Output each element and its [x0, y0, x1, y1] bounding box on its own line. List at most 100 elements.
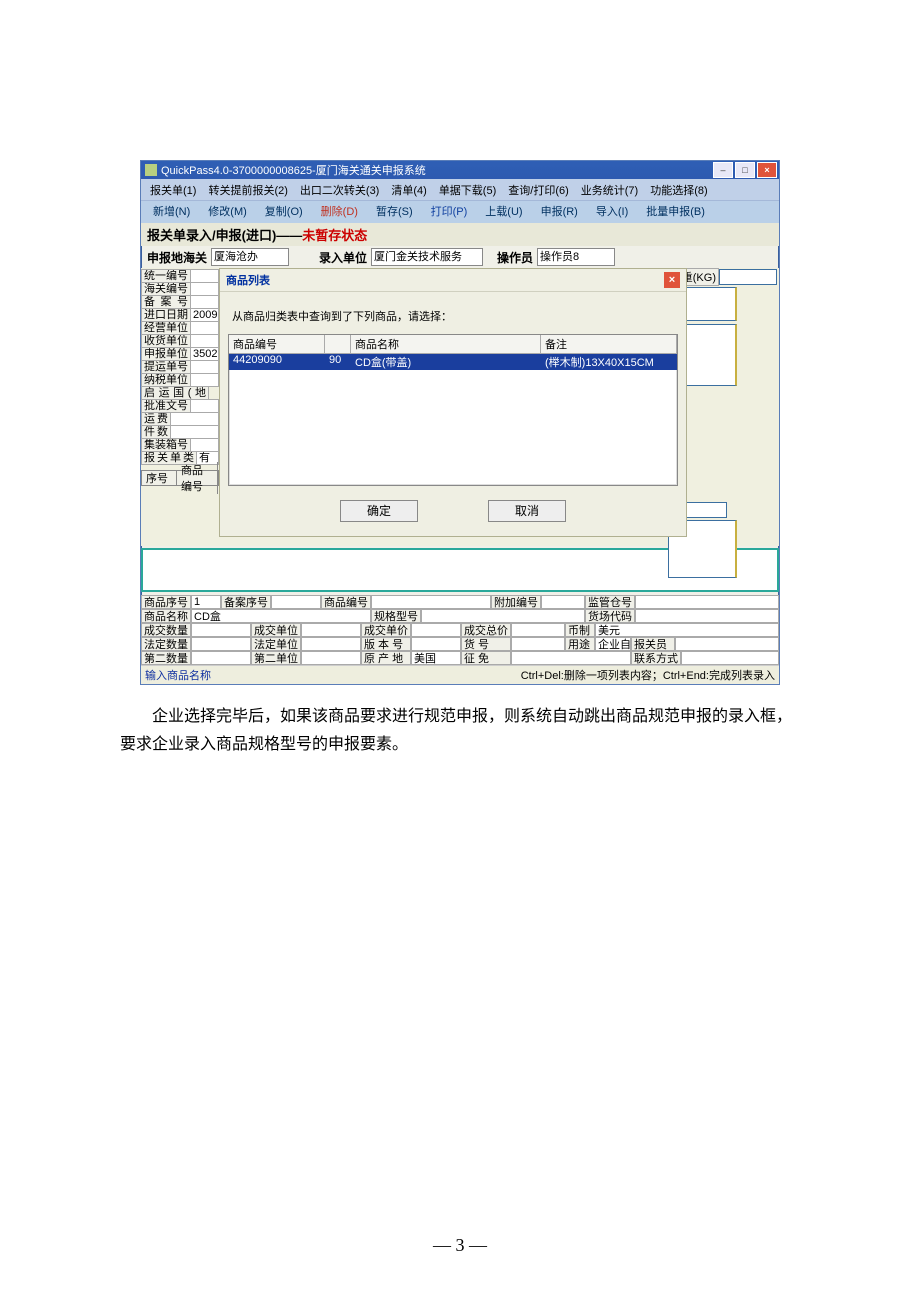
- maximize-button[interactable]: □: [735, 162, 755, 178]
- label-receiver: 收货单位: [141, 334, 191, 348]
- menu-query[interactable]: 查询/打印(6): [503, 181, 574, 199]
- field-deal-price[interactable]: [411, 623, 461, 637]
- field-customs-no[interactable]: [191, 282, 219, 296]
- field-declare-unit[interactable]: 3502180: [191, 347, 219, 361]
- status-left: 输入商品名称: [145, 667, 211, 683]
- dialog-close-button[interactable]: ×: [664, 272, 680, 288]
- cell-note: (榉木制)13X40X15CM: [541, 354, 677, 370]
- field-deal-unit[interactable]: [301, 623, 361, 637]
- grid-row-selected[interactable]: 44209090 90 CD盒(带盖) (榉木制)13X40X15CM: [229, 354, 677, 370]
- menu-list[interactable]: 清单(4): [386, 181, 431, 199]
- field-origin[interactable]: 美国: [411, 651, 461, 665]
- field-use[interactable]: 企业自: [595, 637, 631, 651]
- edit-button[interactable]: 修改(M): [200, 201, 255, 221]
- form-area: 统一编号 海关编号 备案号 进口日期2009012 经营单位 收货单位 申报单位…: [141, 268, 779, 546]
- info-row: 申报地海关 厦海沧办 录入单位 厦门金关技术服务 操作员 操作员8: [141, 246, 779, 268]
- print-button[interactable]: 打印(P): [423, 201, 476, 221]
- close-button[interactable]: ×: [757, 162, 777, 178]
- label-freight: 运费: [141, 412, 171, 426]
- label-customs-no: 海关编号: [141, 282, 191, 296]
- field-no-suffix[interactable]: [685, 502, 727, 518]
- field-deal-qty[interactable]: [191, 623, 251, 637]
- field-goods-no[interactable]: [511, 637, 565, 651]
- field-entry-unit[interactable]: 厦门金关技术服务: [371, 248, 483, 266]
- label-levy: 征 免: [461, 651, 511, 665]
- field-currency[interactable]: 美元: [595, 623, 779, 637]
- field-unified-no[interactable]: [191, 269, 219, 283]
- field-declarer[interactable]: [675, 637, 779, 651]
- label-bill-no: 提运单号: [141, 360, 191, 374]
- app-window: QuickPass4.0-3700000008625-厦门海关通关申报系统 – …: [140, 160, 780, 685]
- field-freight[interactable]: [171, 412, 219, 426]
- batch-button[interactable]: 批量申报(B): [638, 201, 713, 221]
- field-second-qty[interactable]: [191, 651, 251, 665]
- field-record-seq[interactable]: [271, 595, 321, 609]
- label-entry-unit: 录入单位: [319, 249, 367, 266]
- goods-header: 序号 商品编号: [141, 470, 219, 486]
- minimize-button[interactable]: –: [713, 162, 733, 178]
- field-goods-seq[interactable]: 1: [191, 595, 221, 609]
- label-record-seq: 备案序号: [221, 595, 271, 609]
- field-second-unit[interactable]: [301, 651, 361, 665]
- field-tax-unit[interactable]: [191, 373, 219, 387]
- field-levy[interactable]: [511, 651, 631, 665]
- label-goods-no: 货 号: [461, 637, 511, 651]
- import-button[interactable]: 导入(I): [588, 201, 636, 221]
- field-legal-qty[interactable]: [191, 637, 251, 651]
- cancel-button[interactable]: 取消: [488, 500, 566, 522]
- field-goods-code[interactable]: [371, 595, 491, 609]
- field-weight[interactable]: [719, 269, 777, 285]
- titlebar: QuickPass4.0-3700000008625-厦门海关通关申报系统 – …: [141, 161, 779, 179]
- field-goods-name2[interactable]: CD盒: [191, 609, 371, 623]
- label-spec: 规格型号: [371, 609, 421, 623]
- field-spec[interactable]: [421, 609, 585, 623]
- field-import-date[interactable]: 2009012: [191, 308, 219, 322]
- field-receiver[interactable]: [191, 334, 219, 348]
- label-deal-unit: 成交单位: [251, 623, 301, 637]
- field-add-code[interactable]: [541, 595, 585, 609]
- label-pieces: 件数: [141, 425, 171, 439]
- field-legal-unit[interactable]: [301, 637, 361, 651]
- label-approval-no: 批准文号: [141, 399, 191, 413]
- window-title: QuickPass4.0-3700000008625-厦门海关通关申报系统: [161, 162, 713, 178]
- label-unified-no: 统一编号: [141, 269, 191, 283]
- menu-download[interactable]: 单据下载(5): [434, 181, 501, 199]
- field-pieces[interactable]: [171, 425, 219, 439]
- upload-button[interactable]: 上载(U): [477, 201, 530, 221]
- field-deal-total[interactable]: [511, 623, 565, 637]
- menu-declare[interactable]: 报关单(1): [145, 181, 201, 199]
- label-legal-unit: 法定单位: [251, 637, 301, 651]
- field-bill-no[interactable]: [191, 360, 219, 374]
- menu-transit[interactable]: 转关提前报关(2): [203, 181, 292, 199]
- status-right: Ctrl+Del:删除一项列表内容；Ctrl+End:完成列表录入: [521, 667, 775, 683]
- field-approval-no[interactable]: [191, 399, 219, 413]
- field-version[interactable]: [411, 637, 461, 651]
- dialog-message: 从商品归类表中查询到了下列商品，请选择：: [228, 302, 678, 334]
- field-operator-unit[interactable]: [191, 321, 219, 335]
- field-contact[interactable]: [681, 651, 779, 665]
- col-code: 商品编号: [177, 462, 218, 494]
- label-yard-code: 货场代码: [585, 609, 635, 623]
- toolbar: 新增(N) 修改(M) 复制(O) 删除(D) 暂存(S) 打印(P) 上载(U…: [141, 200, 779, 223]
- field-customs[interactable]: 厦海沧办: [211, 248, 289, 266]
- declare-button[interactable]: 申报(R): [533, 201, 586, 221]
- copy-button[interactable]: 复制(O): [257, 201, 311, 221]
- new-button[interactable]: 新增(N): [145, 201, 198, 221]
- menu-export[interactable]: 出口二次转关(3): [295, 181, 384, 199]
- field-record-no[interactable]: [191, 295, 219, 309]
- label-tax-unit: 纳税单位: [141, 373, 191, 387]
- field-yard-code[interactable]: [635, 609, 779, 623]
- field-container-no[interactable]: [191, 438, 219, 452]
- save-button[interactable]: 暂存(S): [368, 201, 421, 221]
- menubar: 报关单(1) 转关提前报关(2) 出口二次转关(3) 清单(4) 单据下载(5)…: [141, 179, 779, 200]
- label-import-date: 进口日期: [141, 308, 191, 322]
- goods-grid[interactable]: 商品编号 商品名称 备注 44209090 90 CD盒(带盖) (榉木制)13…: [228, 334, 678, 486]
- ok-button[interactable]: 确定: [340, 500, 418, 522]
- menu-stats[interactable]: 业务统计(7): [576, 181, 643, 199]
- field-operator[interactable]: 操作员8: [537, 248, 615, 266]
- field-warehouse[interactable]: [635, 595, 779, 609]
- label-second-qty: 第二数量: [141, 651, 191, 665]
- label-use: 用途: [565, 637, 595, 651]
- delete-button[interactable]: 删除(D): [313, 201, 366, 221]
- menu-function[interactable]: 功能选择(8): [645, 181, 712, 199]
